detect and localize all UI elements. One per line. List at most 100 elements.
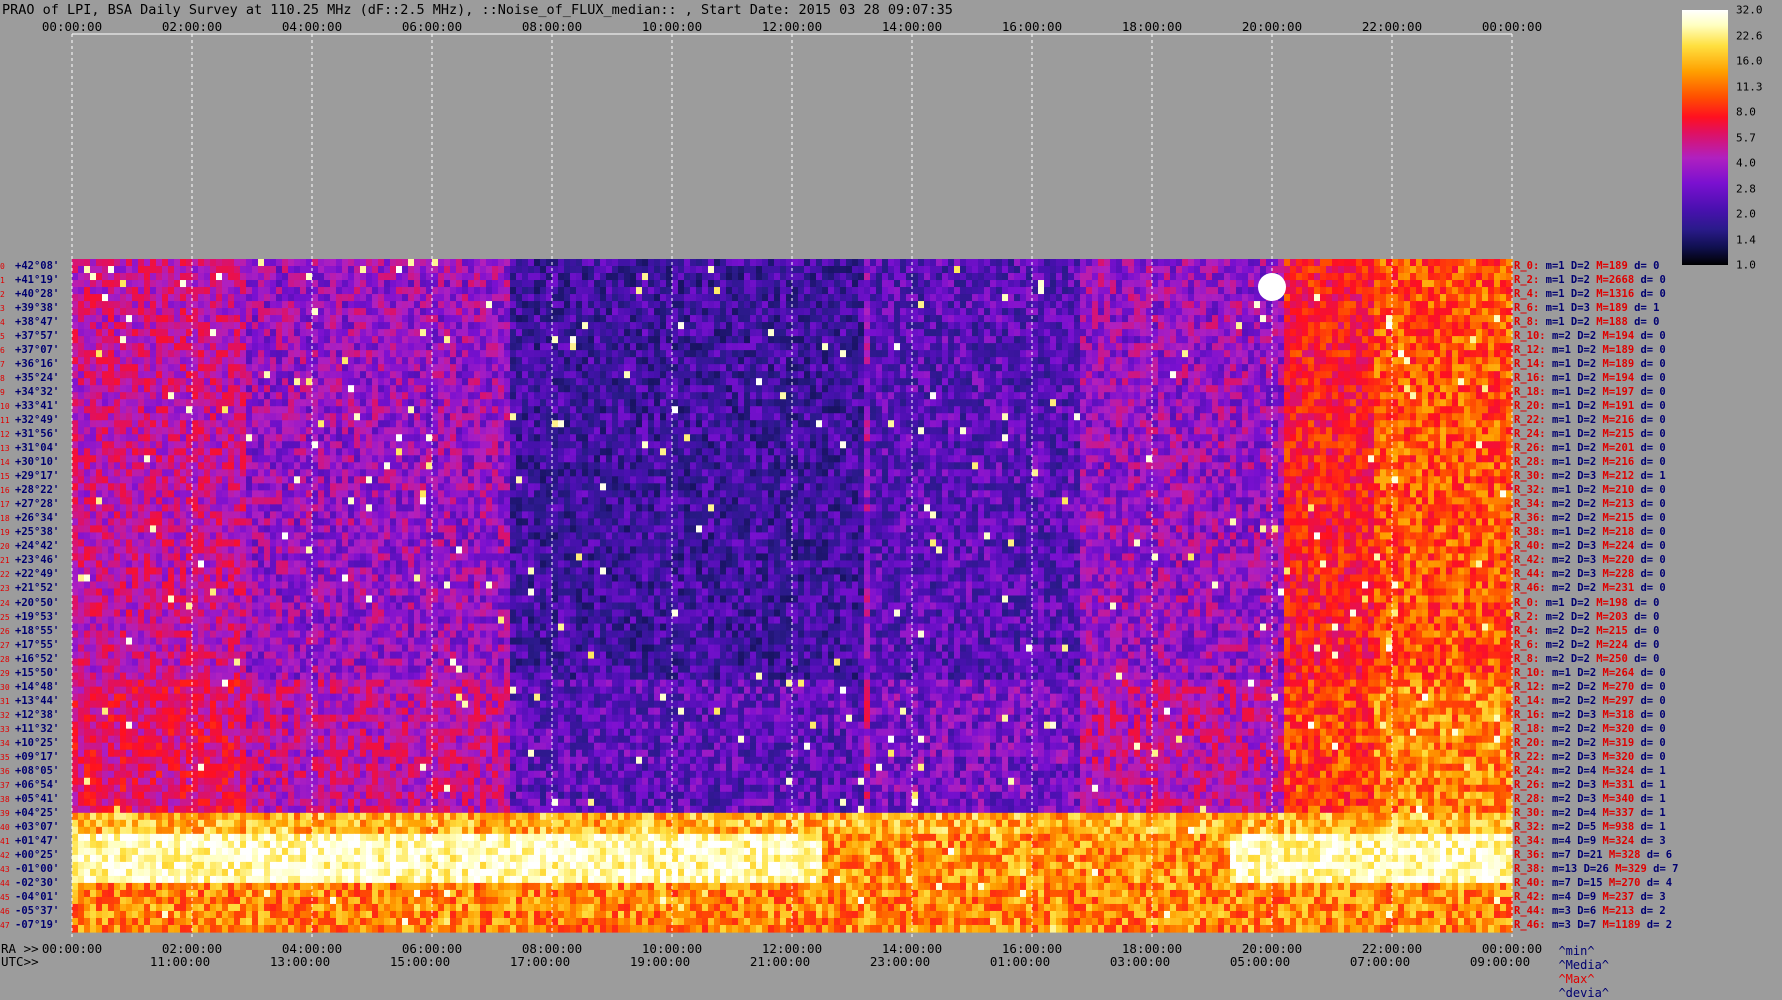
declination-value: +31°56' — [15, 428, 59, 440]
stat-median: D=2 — [1571, 274, 1590, 286]
row-index: 15 — [0, 470, 15, 484]
stat-median: D=2 — [1571, 316, 1590, 328]
declination-row: 32+12°38' — [0, 708, 59, 722]
colorbar-tick: 2.8 — [1736, 182, 1756, 195]
stat-median: D=6 — [1577, 905, 1596, 917]
declination-row: 20+24°42' — [0, 539, 59, 553]
declination-row: 41+01°47' — [0, 834, 59, 848]
stat-max: M=297 — [1603, 695, 1635, 707]
declination-value: +35°24' — [15, 372, 59, 384]
utc-axis-label: UTC>> — [1, 954, 39, 969]
stat-row: R_16: m=1 D=2 M=194 d= 0 — [1514, 371, 1666, 385]
utc-tick-label: 19:00:00 — [630, 954, 690, 969]
stat-receiver: R_42: — [1514, 891, 1546, 903]
stat-median: D=2 — [1571, 639, 1590, 651]
declination-value: +27°28' — [15, 498, 59, 510]
stat-dev: d= 0 — [1640, 709, 1665, 721]
stat-min: m=1 — [1546, 260, 1565, 272]
row-index: 32 — [0, 709, 15, 723]
row-index: 34 — [0, 737, 15, 751]
stat-row: R_22: m=1 D=2 M=216 d= 0 — [1514, 413, 1666, 427]
stat-median: D=2 — [1577, 512, 1596, 524]
stat-min: m=1 — [1552, 414, 1571, 426]
utc-tick-label: 01:00:00 — [990, 954, 1050, 969]
stat-dev: d= 0 — [1634, 653, 1659, 665]
stat-dev: d= 0 — [1640, 400, 1665, 412]
row-index: 38 — [0, 793, 15, 807]
declination-row: 18+26°34' — [0, 511, 59, 525]
top-tick-label: 02:00:00 — [162, 19, 222, 34]
stat-max: M=324 — [1603, 835, 1635, 847]
declination-value: +34°32' — [15, 386, 59, 398]
declination-value: +10°25' — [15, 737, 59, 749]
stat-dev: d= 0 — [1640, 442, 1665, 454]
stat-min: m=2 — [1552, 695, 1571, 707]
stat-row: R_0: m=1 D=2 M=198 d= 0 — [1514, 596, 1659, 610]
utc-tick-label: 05:00:00 — [1230, 954, 1290, 969]
declination-row: 28+16°52' — [0, 652, 59, 666]
declination-row: 4+38°47' — [0, 315, 59, 329]
row-index: 3 — [0, 302, 15, 316]
stat-min: m=2 — [1552, 540, 1571, 552]
declination-value: +17°55' — [15, 639, 59, 651]
stat-dev: d= 0 — [1640, 540, 1665, 552]
declination-value: +01°47' — [15, 835, 59, 847]
declination-row: 26+18°55' — [0, 624, 59, 638]
stat-row: R_8: m=1 D=2 M=188 d= 0 — [1514, 315, 1659, 329]
row-index: 19 — [0, 526, 15, 540]
stat-row: R_42: m=2 D=3 M=220 d= 0 — [1514, 553, 1666, 567]
utc-tick-label: 09:00:00 — [1470, 954, 1530, 969]
stat-dev: d= 1 — [1640, 765, 1665, 777]
colorbar-tick: 8.0 — [1736, 106, 1756, 119]
stat-dev: d= 4 — [1647, 877, 1672, 889]
declination-value: +26°34' — [15, 512, 59, 524]
stat-row: R_14: m=2 D=2 M=297 d= 0 — [1514, 694, 1666, 708]
declination-value: +42°08' — [15, 260, 59, 272]
declination-value: +06°54' — [15, 779, 59, 791]
utc-tick-label: 03:00:00 — [1110, 954, 1170, 969]
declination-value: +28°22' — [15, 484, 59, 496]
stat-min: m=2 — [1552, 821, 1571, 833]
row-index: 11 — [0, 414, 15, 428]
stat-max: M=215 — [1596, 625, 1628, 637]
stat-min: m=2 — [1546, 625, 1565, 637]
top-tick-label: 22:00:00 — [1362, 19, 1422, 34]
stat-max: M=2668 — [1596, 274, 1634, 286]
row-index: 44 — [0, 877, 15, 891]
row-index: 46 — [0, 905, 15, 919]
stat-median: D=2 — [1577, 667, 1596, 679]
stat-dev: d= 0 — [1640, 681, 1665, 693]
declination-row: 45-04°01' — [0, 890, 59, 904]
declination-value: +24°42' — [15, 540, 59, 552]
stat-row: R_20: m=1 D=2 M=191 d= 0 — [1514, 399, 1666, 413]
stat-median: D=9 — [1577, 891, 1596, 903]
legend-media: ^Media^ — [1558, 958, 1609, 972]
declination-value: +25°38' — [15, 526, 59, 538]
stat-median: D=9 — [1577, 835, 1596, 847]
row-index: 41 — [0, 835, 15, 849]
stat-max: M=331 — [1603, 779, 1635, 791]
stat-dev: d= 0 — [1634, 639, 1659, 651]
row-index: 7 — [0, 358, 15, 372]
stat-median: D=2 — [1577, 681, 1596, 693]
stat-dev: d= 0 — [1640, 484, 1665, 496]
stat-dev: d= 0 — [1640, 288, 1665, 300]
row-index: 14 — [0, 456, 15, 470]
row-index: 0 — [0, 260, 15, 274]
stat-min: m=3 — [1552, 905, 1571, 917]
stat-median: D=3 — [1577, 470, 1596, 482]
declination-row: 30+14°48' — [0, 680, 59, 694]
stat-min: m=1 — [1552, 442, 1571, 454]
declination-row: 21+23°46' — [0, 553, 59, 567]
stat-row: R_6: m=2 D=2 M=224 d= 0 — [1514, 638, 1659, 652]
stat-min: m=1 — [1552, 344, 1571, 356]
stat-max: M=224 — [1603, 540, 1635, 552]
declination-row: 27+17°55' — [0, 638, 59, 652]
stat-min: m=2 — [1546, 639, 1565, 651]
stat-receiver: R_8: — [1514, 653, 1539, 665]
stat-max: M=215 — [1603, 428, 1635, 440]
declination-row: 7+36°16' — [0, 357, 59, 371]
stat-receiver: R_24: — [1514, 765, 1546, 777]
top-tick-label: 18:00:00 — [1122, 19, 1182, 34]
declination-row: 22+22°49' — [0, 567, 59, 581]
